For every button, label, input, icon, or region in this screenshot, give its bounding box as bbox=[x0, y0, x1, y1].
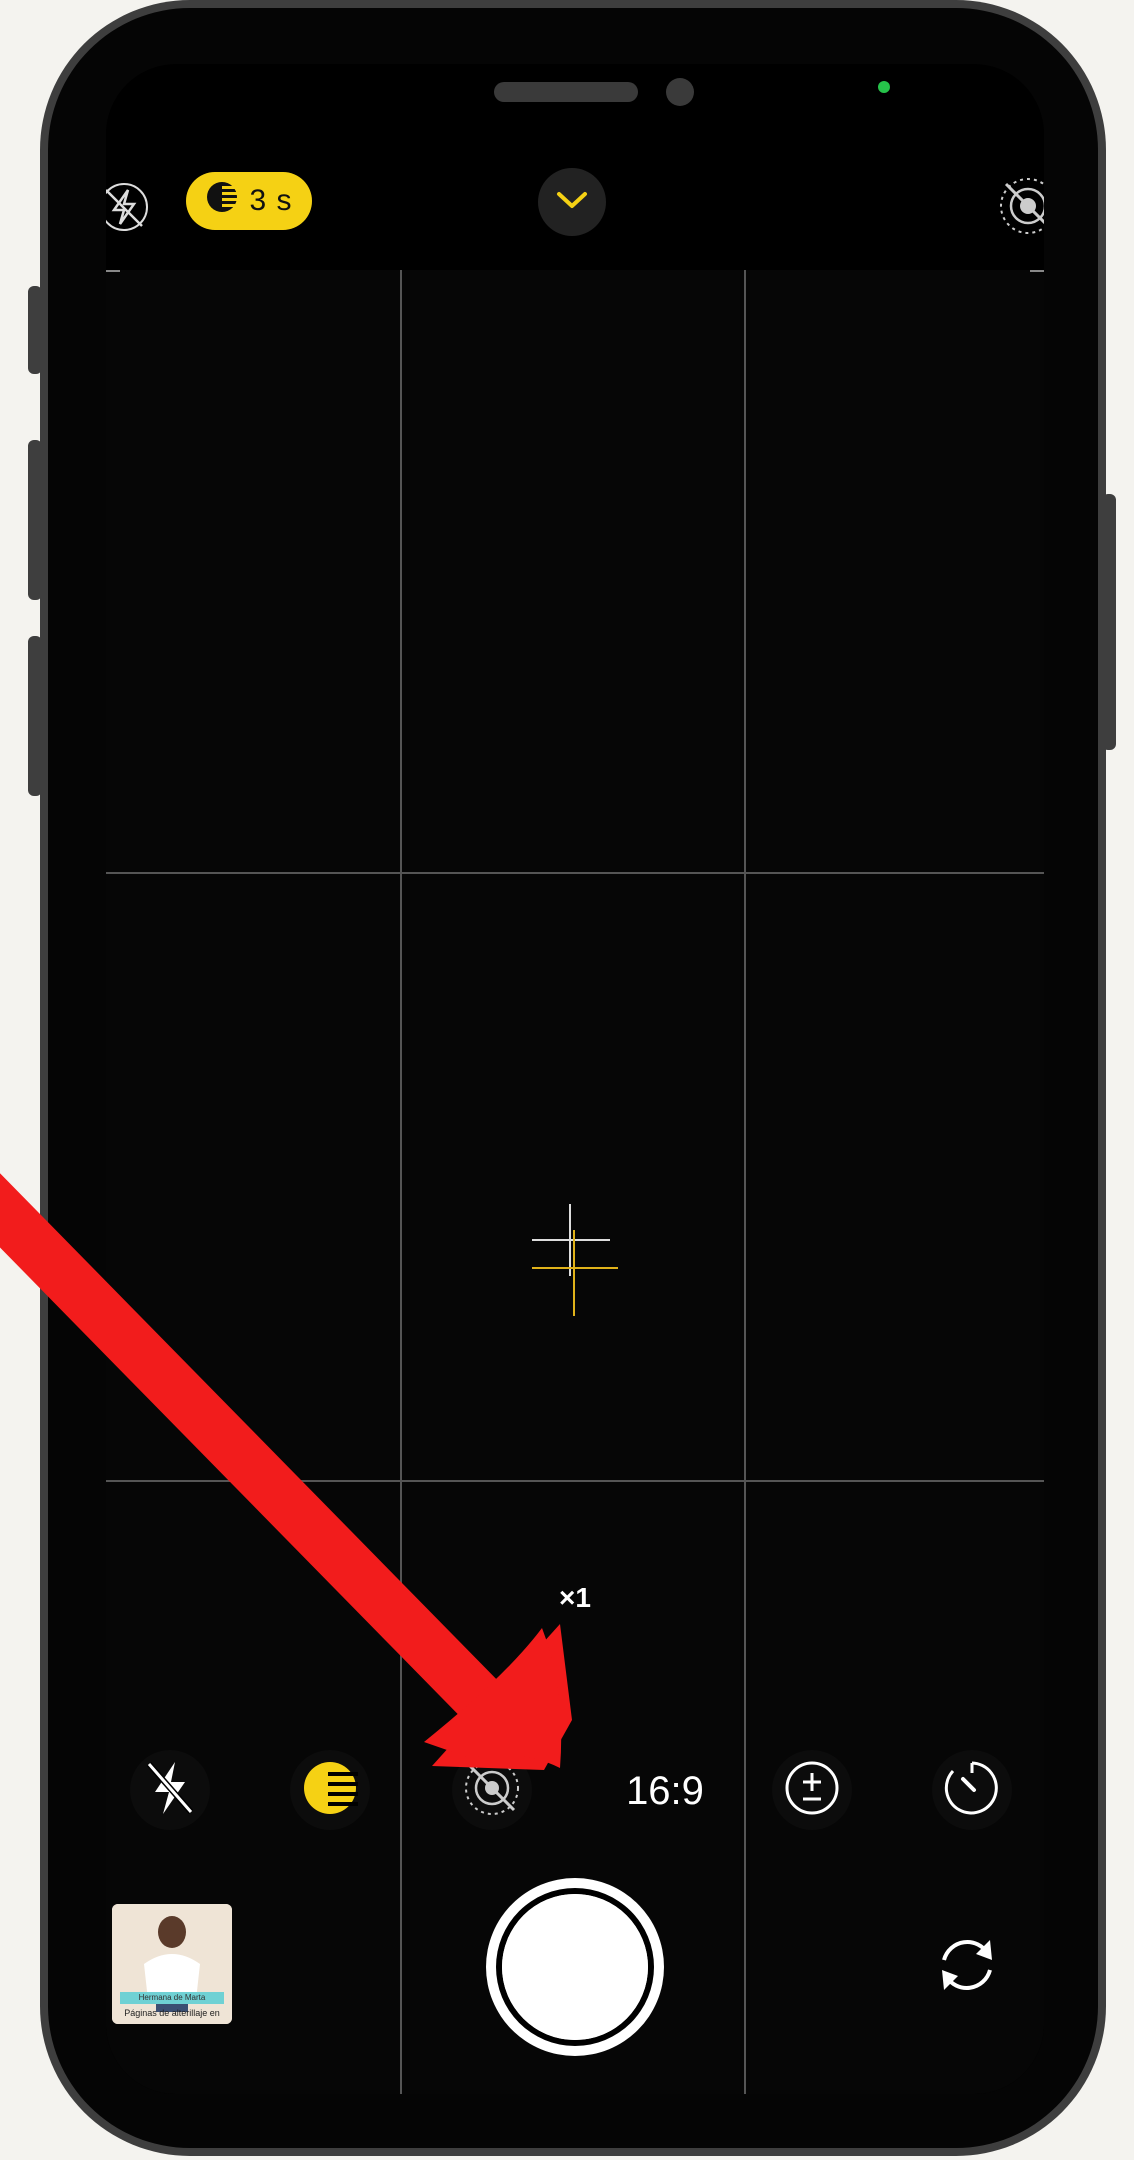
action-button bbox=[28, 286, 42, 374]
exposure-icon bbox=[783, 1759, 841, 1822]
photo-library-thumbnail[interactable]: Hermana de Marta Páginas de alterillaje … bbox=[112, 1904, 232, 2024]
timer-button[interactable] bbox=[932, 1750, 1012, 1830]
viewfinder[interactable] bbox=[106, 270, 1044, 2094]
aspect-ratio-button[interactable]: 16:9 bbox=[606, 1764, 724, 1818]
night-mode-icon bbox=[302, 1760, 358, 1821]
earpiece-speaker bbox=[494, 82, 638, 102]
camera-in-use-indicator bbox=[878, 81, 890, 93]
dynamic-island bbox=[326, 64, 844, 138]
corner-marker bbox=[1030, 270, 1044, 272]
zoom-button[interactable]: ×1 bbox=[540, 1578, 610, 1618]
flash-toggle-button[interactable] bbox=[130, 1750, 210, 1830]
grid-line bbox=[400, 270, 402, 2094]
exposure-button[interactable] bbox=[772, 1750, 852, 1830]
switch-camera-icon bbox=[934, 1934, 1000, 2001]
focus-crosshair-icon bbox=[532, 1204, 618, 1316]
timer-icon bbox=[943, 1759, 1001, 1822]
night-mode-button[interactable] bbox=[290, 1750, 370, 1830]
power-button bbox=[1102, 494, 1116, 750]
camera-screen: 3 s ×1 16:9 Hermana de Marta Páginas de … bbox=[106, 64, 1044, 2094]
night-mode-icon bbox=[205, 180, 239, 222]
shutter-button[interactable] bbox=[486, 1878, 664, 2056]
night-mode-duration: 3 s bbox=[249, 184, 293, 217]
live-photo-off-icon[interactable] bbox=[996, 174, 1044, 238]
grid-line bbox=[744, 270, 746, 2094]
flash-off-icon[interactable] bbox=[106, 180, 152, 234]
expand-controls-button[interactable] bbox=[538, 168, 606, 236]
corner-marker bbox=[106, 270, 120, 272]
volume-down-button bbox=[28, 636, 42, 796]
thumbnail-caption: Hermana de Marta bbox=[120, 1992, 224, 2004]
chevron-down-icon bbox=[555, 190, 589, 215]
live-photo-button[interactable] bbox=[452, 1750, 532, 1830]
grid-line bbox=[106, 1480, 1044, 1482]
switch-camera-button[interactable] bbox=[932, 1932, 1002, 2002]
volume-up-button bbox=[28, 440, 42, 600]
front-camera bbox=[666, 78, 694, 106]
grid-line bbox=[106, 872, 1044, 874]
night-mode-toggle[interactable]: 3 s bbox=[186, 172, 312, 230]
thumbnail-caption: Páginas de alterillaje en bbox=[124, 2008, 220, 2018]
live-photo-off-icon bbox=[462, 1758, 522, 1823]
shutter-core bbox=[502, 1894, 648, 2040]
flash-off-icon bbox=[143, 1758, 197, 1823]
